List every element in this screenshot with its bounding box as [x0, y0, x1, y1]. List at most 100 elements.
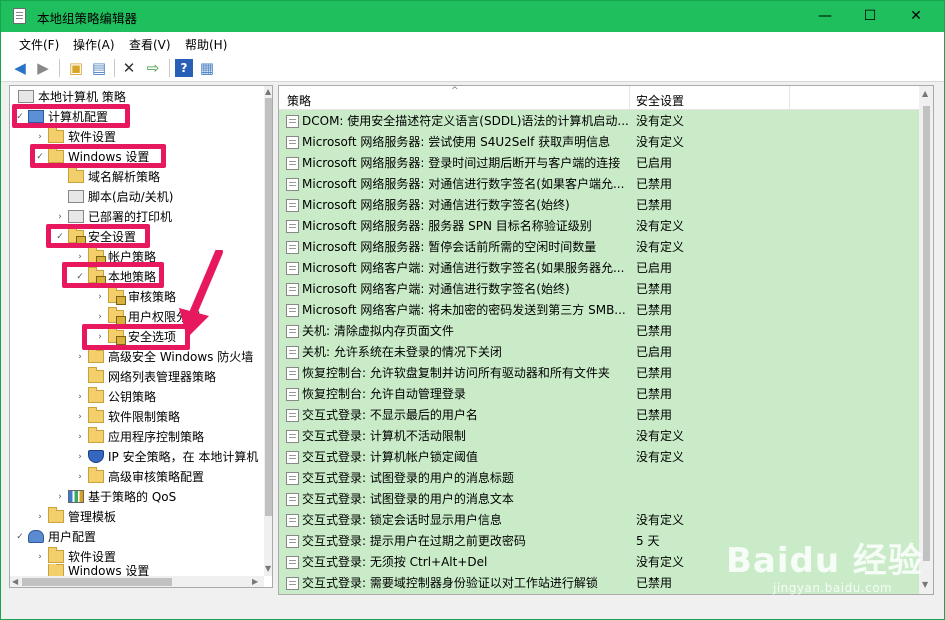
security-setting: 已禁用 [636, 324, 673, 338]
tree-admin-templates[interactable]: › 管理模板 [34, 507, 116, 527]
table-row[interactable]: DCOM: 使用安全描述符定义语言(SDDL)语法的计算机启动... 没有定义 [279, 111, 919, 132]
collapsed-chevron-icon[interactable]: › [74, 387, 86, 407]
tree-label: 公钥策略 [108, 390, 157, 404]
collapsed-chevron-icon[interactable]: › [94, 287, 106, 307]
security-setting: 已禁用 [636, 387, 673, 401]
scroll-down-arrow-icon[interactable]: ▼ [265, 564, 271, 573]
column-header-policy[interactable]: 策略 [287, 92, 311, 109]
table-row[interactable]: 交互式登录: 锁定会话时显示用户信息 没有定义 [279, 510, 919, 531]
list-vertical-scrollbar[interactable]: ▲ ▼ [919, 86, 933, 594]
tree-public-key[interactable]: › 公钥策略 [74, 387, 156, 407]
scroll-thumb[interactable] [22, 578, 172, 586]
tree-software-restriction[interactable]: › 软件限制策略 [74, 407, 180, 427]
maximize-button[interactable]: ☐ [847, 1, 893, 31]
column-divider[interactable] [789, 86, 790, 110]
security-setting: 已禁用 [636, 408, 673, 422]
collapsed-chevron-icon[interactable]: › [54, 487, 66, 507]
policy-item-icon [286, 514, 299, 527]
table-row[interactable]: Microsoft 网络服务器: 尝试使用 S4U2Self 获取声明信息 没有定… [279, 132, 919, 153]
list-header: 策略 ^ 安全设置 [279, 86, 933, 110]
help-icon[interactable]: ? [175, 59, 193, 77]
scroll-left-arrow-icon[interactable]: ◀ [12, 577, 18, 586]
scroll-up-arrow-icon[interactable]: ▲ [265, 87, 271, 96]
table-row[interactable]: 交互式登录: 计算机帐户锁定阈值 没有定义 [279, 447, 919, 468]
table-row[interactable]: 关机: 允许系统在未登录的情况下关闭 已启用 [279, 342, 919, 363]
table-row[interactable]: Microsoft 网络服务器: 暂停会话前所需的空闲时间数量 没有定义 [279, 237, 919, 258]
table-row[interactable]: Microsoft 网络服务器: 登录时间过期后断开与客户端的连接 已启用 [279, 153, 919, 174]
security-setting: 没有定义 [636, 135, 685, 149]
collapsed-chevron-icon[interactable]: › [74, 467, 86, 487]
tree-horizontal-scrollbar[interactable]: ◀ ▶ [10, 576, 264, 587]
table-row[interactable]: Microsoft 网络客户端: 将未加密的密码发送到第三方 SMB... 已禁用 [279, 300, 919, 321]
menu-action[interactable]: 操作(A) [73, 36, 115, 53]
table-row[interactable]: 交互式登录: 计算机不活动限制 没有定义 [279, 426, 919, 447]
tree-ipsec[interactable]: › IP 安全策略，在 本地计算机 [74, 447, 258, 467]
folder-icon [68, 167, 84, 183]
tree-audit-policy[interactable]: › 审核策略 [94, 287, 176, 307]
scroll-thumb[interactable] [923, 106, 930, 561]
table-row[interactable]: 交互式登录: 试图登录的用户的消息文本 [279, 489, 919, 510]
title-bar: 本地组策略编辑器 — ☐ ✕ [1, 1, 944, 32]
column-divider[interactable] [629, 86, 630, 110]
folder-icon [88, 407, 104, 423]
scroll-right-arrow-icon[interactable]: ▶ [252, 577, 258, 586]
collapsed-chevron-icon[interactable]: › [74, 407, 86, 427]
security-setting: 已禁用 [636, 303, 673, 317]
tree-label: 应用程序控制策略 [108, 430, 205, 444]
tree-partial-item[interactable]: Windows 设置 [34, 564, 149, 576]
tree-qos[interactable]: › 基于策略的 QoS [54, 487, 176, 507]
tree-label: 域名解析策略 [88, 170, 161, 184]
policy-item-icon [286, 346, 299, 359]
highlight-box [46, 224, 150, 248]
security-setting: 5 天 [636, 534, 660, 548]
collapsed-chevron-icon[interactable]: › [74, 447, 86, 467]
collapsed-chevron-icon[interactable]: › [34, 507, 46, 527]
properties-icon[interactable]: ▦ [198, 59, 216, 77]
table-row[interactable]: 关机: 清除虚拟内存页面文件 已禁用 [279, 321, 919, 342]
table-row[interactable]: 恢复控制台: 允许自动管理登录 已禁用 [279, 384, 919, 405]
minimize-button[interactable]: — [802, 1, 848, 31]
up-folder-icon[interactable]: ▣ [67, 59, 85, 77]
tree-app-control[interactable]: › 应用程序控制策略 [74, 427, 204, 447]
table-row[interactable]: 交互式登录: 不显示最后的用户名 已禁用 [279, 405, 919, 426]
table-row[interactable]: Microsoft 网络服务器: 对通信进行数字签名(始终) 已禁用 [279, 195, 919, 216]
policy-name: Microsoft 网络服务器: 对通信进行数字签名(始终) [302, 198, 570, 212]
tree-advanced-audit[interactable]: › 高级审核策略配置 [74, 467, 204, 487]
delete-x-icon[interactable]: ✕ [120, 59, 138, 77]
tree-network-list[interactable]: 网络列表管理器策略 [74, 367, 216, 387]
tree-vertical-scrollbar[interactable]: ▲ ▼ [264, 86, 272, 576]
policy-name: Microsoft 网络服务器: 登录时间过期后断开与客户端的连接 [302, 156, 621, 170]
show-hide-tree-icon[interactable]: ▤ [90, 59, 108, 77]
collapsed-chevron-icon[interactable]: › [74, 347, 86, 367]
collapsed-chevron-icon[interactable]: › [74, 427, 86, 447]
table-row[interactable]: Microsoft 网络服务器: 服务器 SPN 目标名称验证级别 没有定义 [279, 216, 919, 237]
table-row[interactable]: 恢复控制台: 允许软盘复制并访问所有驱动器和所有文件夹 已禁用 [279, 363, 919, 384]
window-title: 本地组策略编辑器 [37, 11, 138, 26]
menu-view[interactable]: 查看(V) [129, 36, 171, 53]
tree-name-resolution-policy[interactable]: 域名解析策略 [54, 167, 160, 187]
export-list-icon[interactable]: ⇨ [144, 59, 162, 77]
policy-name: Microsoft 网络客户端: 对通信进行数字签名(如果服务器允... [302, 261, 625, 275]
bar-chart-icon [68, 490, 84, 503]
policy-item-icon [286, 241, 299, 254]
expanded-chevron-icon[interactable]: ✓ [14, 527, 26, 547]
policy-item-icon [286, 493, 299, 506]
tree-scripts[interactable]: 脚本(启动/关机) [54, 187, 173, 207]
toolbar-separator [169, 59, 170, 77]
scroll-thumb[interactable] [265, 98, 272, 516]
policy-item-icon [286, 430, 299, 443]
table-row[interactable]: Microsoft 网络客户端: 对通信进行数字签名(始终) 已禁用 [279, 279, 919, 300]
tree-user-config[interactable]: ✓ 用户配置 [14, 527, 96, 547]
scroll-up-arrow-icon[interactable]: ▲ [922, 89, 928, 98]
table-row[interactable]: 交互式登录: 试图登录的用户的消息标题 [279, 468, 919, 489]
policy-item-icon [286, 577, 299, 590]
tree-firewall[interactable]: › 高级安全 Windows 防火墙 [74, 347, 253, 367]
back-arrow-icon[interactable]: ◀ [11, 59, 29, 77]
forward-arrow-icon[interactable]: ▶ [34, 59, 52, 77]
table-row[interactable]: Microsoft 网络客户端: 对通信进行数字签名(如果服务器允... 已启用 [279, 258, 919, 279]
table-row[interactable]: Microsoft 网络服务器: 对通信进行数字签名(如果客户端允... 已禁用 [279, 174, 919, 195]
menu-help[interactable]: 帮助(H) [185, 36, 227, 53]
column-header-setting[interactable]: 安全设置 [636, 92, 684, 109]
menu-file[interactable]: 文件(F) [19, 36, 59, 53]
close-button[interactable]: ✕ [893, 1, 939, 31]
